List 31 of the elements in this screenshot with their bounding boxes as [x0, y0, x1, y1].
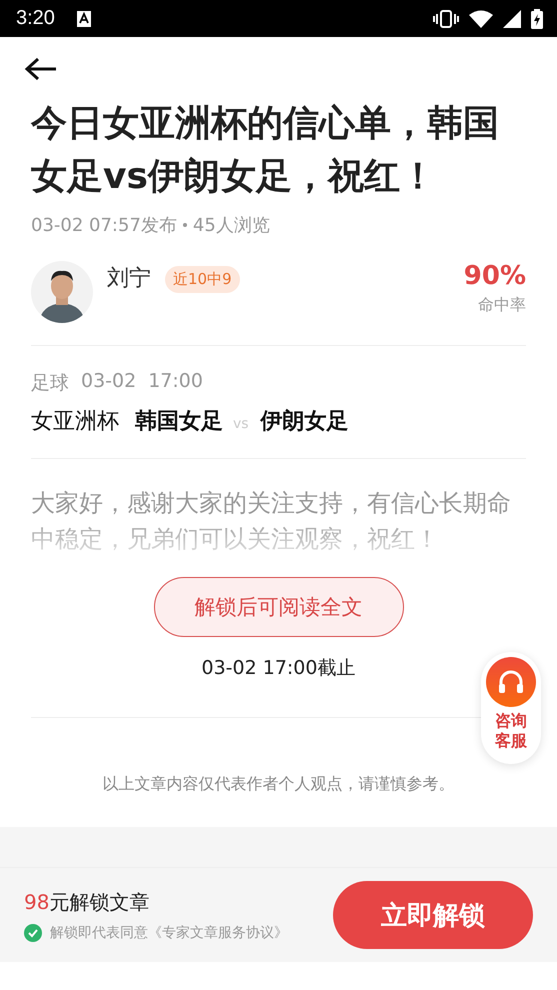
article-preview: 大家好，感谢大家的关注支持，有信心长期命中稳定，兄弟们可以关注观察，祝红！ [31, 488, 512, 555]
publish-time: 03-02 07:57发布 [31, 214, 177, 237]
signal-icon [503, 10, 521, 28]
home-team: 韩国女足 [135, 408, 223, 436]
agreement-text: 解锁即代表同意《专家文章服务协议》 [50, 924, 288, 942]
battery-icon [531, 8, 543, 28]
support-button[interactable]: 咨询客服 [481, 652, 541, 764]
price-label: 元解锁文章 [49, 888, 150, 916]
keyboard-icon [76, 10, 91, 26]
hit-rate-label: 命中率 [477, 295, 526, 316]
away-team: 伊朗女足 [260, 408, 349, 436]
match-time: 17:00 [148, 370, 203, 394]
checkbox[interactable] [24, 924, 42, 942]
vibrate-icon [433, 10, 459, 28]
disclaimer: 以上文章内容仅代表作者个人观点，请谨慎参考。 [102, 774, 456, 795]
sport-label: 足球 [31, 371, 69, 396]
league-name: 女亚洲杯 [31, 408, 119, 436]
article-title: 今日女亚洲杯的信心单，韩国女足vs伊朗女足，祝红！ [31, 102, 500, 199]
unlock-now-button[interactable]: 立即解锁 [333, 881, 533, 949]
wifi-icon [469, 10, 493, 28]
price: 98 [24, 890, 50, 914]
view-count: 45人浏览 [192, 214, 270, 237]
hit-rate: 90% [464, 261, 526, 291]
record-badge: 近10中9 [165, 266, 240, 293]
author-name: 刘宁 [107, 265, 151, 293]
unlock-read-button[interactable]: 解锁后可阅读全文 [154, 577, 404, 637]
status-time: 3:20 [16, 7, 55, 30]
back-button[interactable] [24, 57, 58, 81]
match-date: 03-02 [81, 370, 136, 394]
headset-icon [486, 657, 536, 707]
deadline-text: 03-02 17:00截止 [201, 656, 356, 681]
